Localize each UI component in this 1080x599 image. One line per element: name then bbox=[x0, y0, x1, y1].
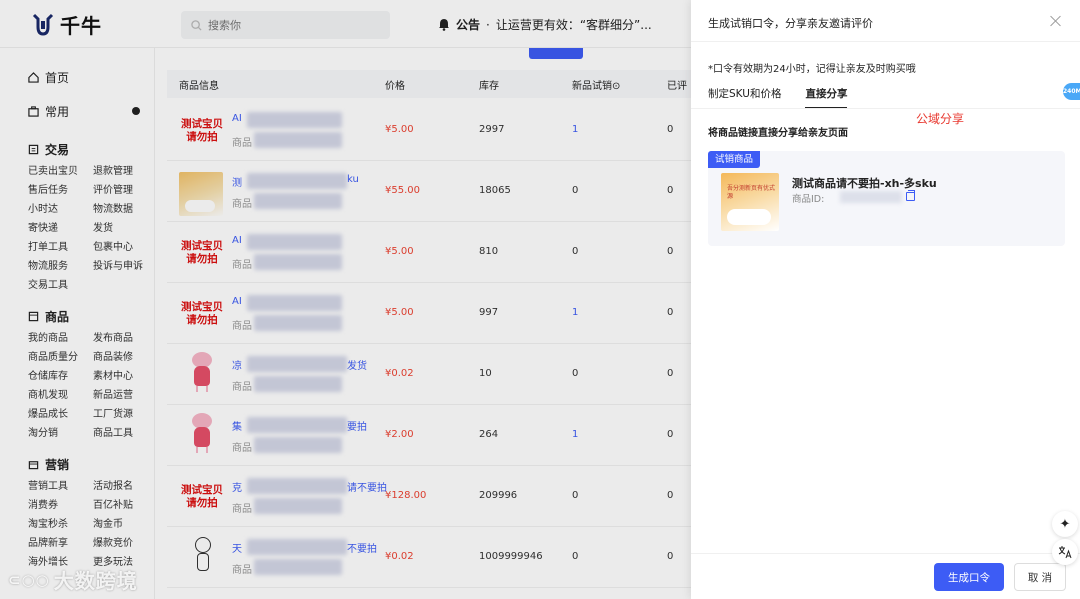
drawer-title: 生成试销口令，分享亲友邀请评价 bbox=[708, 17, 873, 30]
validity-hint: *口令有效期为24小时，记得让亲友及时购买哦 bbox=[708, 64, 916, 75]
tab-direct-share[interactable]: 直接分享 bbox=[805, 86, 848, 109]
drawer-footer: 生成口令 取 消 bbox=[691, 553, 1080, 599]
copy-icon[interactable] bbox=[906, 190, 915, 201]
product-thumbnail-text: 吾分测新页有优式源 bbox=[727, 185, 776, 200]
public-share-annotation: 公域分享 bbox=[916, 112, 965, 126]
product-name: 测试商品请不要拍-xh-多sku bbox=[792, 177, 937, 190]
share-section-heading: 将商品链接直接分享给亲友页面 bbox=[708, 128, 848, 139]
product-id-redacted bbox=[840, 191, 902, 203]
tab-sku-price[interactable]: 制定SKU和价格 bbox=[708, 86, 781, 109]
tab-divider bbox=[691, 108, 1080, 109]
drawer-header: 生成试销口令，分享亲友邀请评价 bbox=[691, 0, 1080, 42]
sparkle-icon[interactable]: ✦ bbox=[1052, 511, 1078, 537]
product-thumbnail: 吾分测新页有优式源 bbox=[721, 173, 779, 231]
trial-product-badge: 试销商品 bbox=[708, 151, 761, 168]
generate-code-button[interactable]: 生成口令 bbox=[934, 563, 1004, 591]
close-icon[interactable] bbox=[1050, 15, 1062, 27]
memory-badge[interactable]: 240M bbox=[1063, 83, 1080, 100]
watermark-logo-icon: ⊂○○ bbox=[8, 570, 50, 589]
translate-glyph-icon bbox=[1058, 546, 1072, 559]
watermark-text: 大数跨境 bbox=[53, 569, 138, 593]
translate-icon[interactable] bbox=[1052, 539, 1078, 565]
dish-shape bbox=[727, 209, 771, 225]
share-drawer: 生成试销口令，分享亲友邀请评价 *口令有效期为24小时，记得让亲友及时购买哦 制… bbox=[691, 0, 1080, 599]
product-id-label: 商品ID: bbox=[792, 194, 825, 205]
product-share-card[interactable]: 试销商品 吾分测新页有优式源 测试商品请不要拍-xh-多sku 商品ID: bbox=[708, 151, 1065, 246]
drawer-tabs: 制定SKU和价格 直接分享 bbox=[708, 86, 871, 109]
modal-overlay[interactable] bbox=[0, 0, 691, 599]
cancel-button[interactable]: 取 消 bbox=[1014, 563, 1066, 591]
watermark: ⊂○○ 大数跨境 bbox=[8, 565, 138, 594]
